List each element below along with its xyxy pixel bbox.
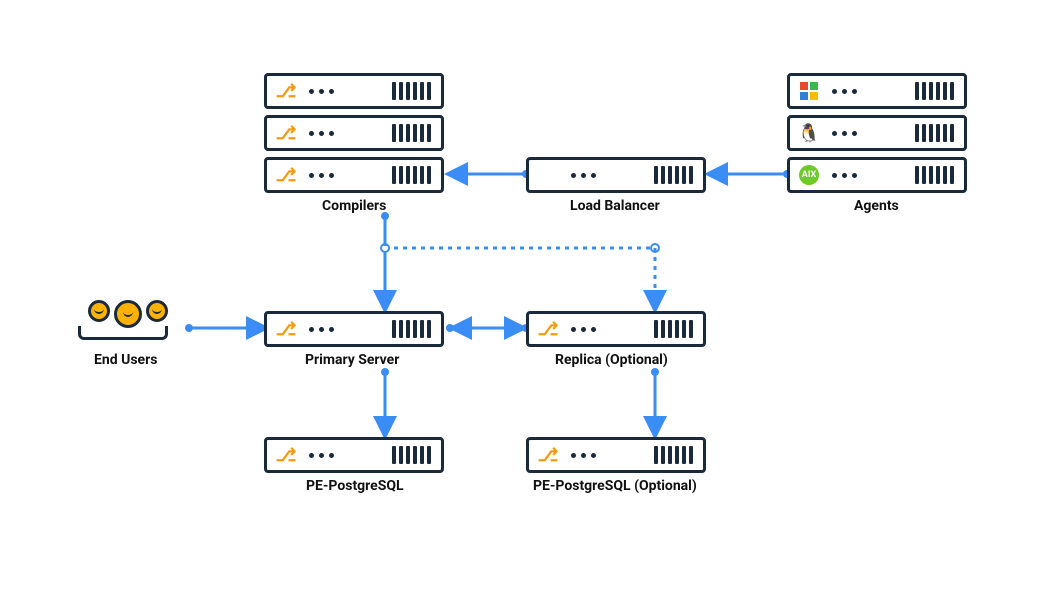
diagram-canvas: ⎇ ⎇ ⎇ Compilers Load Balancer 🐧 AIX Agen… [0, 0, 1045, 593]
puppet-icon: ⎇ [273, 162, 299, 188]
primary-server-node: ⎇ [264, 311, 444, 347]
primary-label: Primary Server [305, 352, 399, 368]
puppet-icon: ⎇ [273, 120, 299, 146]
windows-icon [796, 78, 822, 104]
pe-postgresql-optional-node: ⎇ [526, 437, 706, 473]
linux-icon: 🐧 [796, 120, 822, 146]
puppet-icon: ⎇ [535, 316, 561, 342]
replica-label: Replica (Optional) [555, 352, 668, 368]
puppet-icon: ⎇ [273, 316, 299, 342]
server-pe-postgresql-optional: ⎇ [526, 437, 706, 473]
server-primary: ⎇ [264, 311, 444, 347]
pe-postgresql-node: ⎇ [264, 437, 444, 473]
user-icon [114, 300, 142, 328]
endusers-label: End Users [94, 352, 157, 368]
loadbalancer-label: Load Balancer [570, 198, 660, 214]
replica-server-node: ⎇ [526, 311, 706, 347]
puppet-icon: ⎇ [535, 442, 561, 468]
server-compiler-2: ⎇ [264, 115, 444, 151]
aix-icon: AIX [796, 162, 822, 188]
user-icon [88, 300, 110, 322]
pg2-label: PE-PostgreSQL (Optional) [533, 478, 697, 494]
server-replica: ⎇ [526, 311, 706, 347]
puppet-icon: ⎇ [273, 78, 299, 104]
agents-label: Agents [854, 198, 899, 214]
server-agent-windows [787, 73, 967, 109]
server-compiler-3: ⎇ [264, 157, 444, 193]
user-icon [146, 300, 168, 322]
server-agent-aix: AIX [787, 157, 967, 193]
server-pe-postgresql: ⎇ [264, 437, 444, 473]
compilers-label: Compilers [322, 198, 386, 214]
compilers-stack: ⎇ ⎇ ⎇ [264, 73, 444, 193]
blank-icon [535, 162, 561, 188]
end-users [78, 300, 178, 340]
pg1-label: PE-PostgreSQL [306, 478, 404, 494]
loadbalancer-node [526, 157, 706, 193]
puppet-icon: ⎇ [273, 442, 299, 468]
agents-stack: 🐧 AIX [787, 73, 967, 193]
server-loadbalancer [526, 157, 706, 193]
server-compiler-1: ⎇ [264, 73, 444, 109]
server-agent-linux: 🐧 [787, 115, 967, 151]
